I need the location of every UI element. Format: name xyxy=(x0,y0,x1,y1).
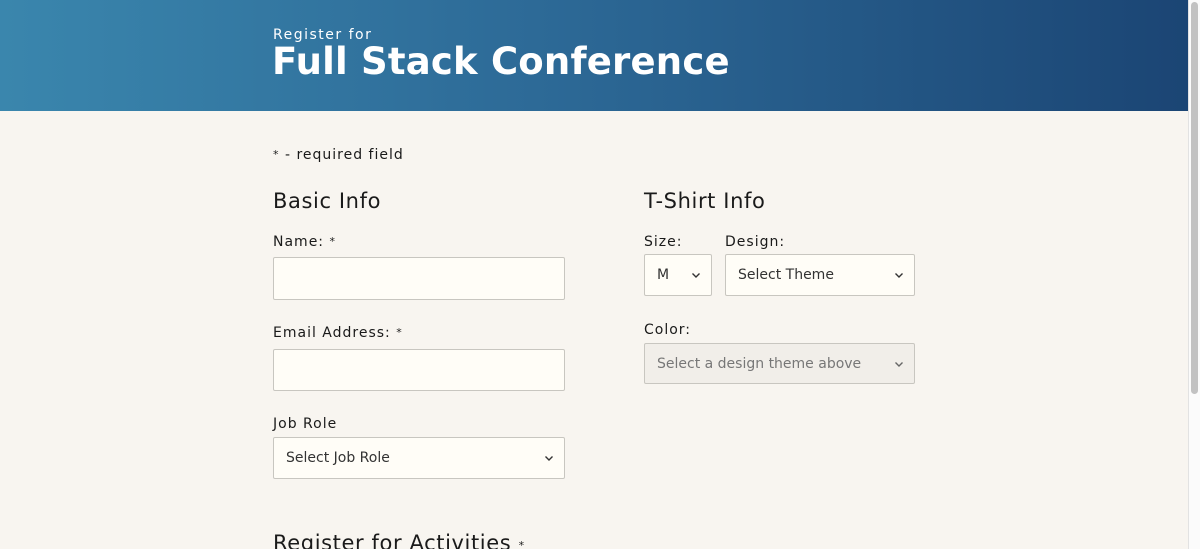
size-selected-value: M xyxy=(657,267,670,283)
email-required-star: * xyxy=(396,326,403,339)
size-select[interactable]: M xyxy=(644,254,712,296)
email-label-text: Email Address: xyxy=(273,325,391,341)
design-select[interactable]: Select Theme xyxy=(725,254,915,296)
activities-title-text: Register for Activities xyxy=(273,531,512,549)
color-selected-value: Select a design theme above xyxy=(657,355,862,372)
scrollbar-thumb[interactable] xyxy=(1191,2,1198,394)
page-header: Register for Full Stack Conference xyxy=(0,0,1188,111)
page-title: Full Stack Conference xyxy=(272,40,730,83)
page-scrollbar[interactable] xyxy=(1188,0,1200,549)
chevron-down-icon xyxy=(545,456,553,461)
required-field-note: * - required field xyxy=(273,147,404,163)
job-role-label: Job Role xyxy=(273,416,338,432)
name-label-text: Name: xyxy=(273,234,325,250)
tshirt-info-title: T-Shirt Info xyxy=(644,189,766,213)
job-role-select[interactable]: Select Job Role xyxy=(273,437,565,479)
chevron-down-icon xyxy=(895,361,903,367)
required-note-text: - required field xyxy=(279,147,404,163)
chevron-down-icon xyxy=(895,273,903,278)
design-label: Design: xyxy=(725,234,786,250)
name-input[interactable] xyxy=(273,257,565,300)
design-selected-value: Select Theme xyxy=(738,267,834,283)
job-role-selected-value: Select Job Role xyxy=(286,450,390,466)
name-required-star: * xyxy=(329,235,336,248)
basic-info-title: Basic Info xyxy=(273,189,382,213)
name-label: Name: * xyxy=(273,234,336,250)
registration-page: Register for Full Stack Conference * - r… xyxy=(0,0,1200,549)
activities-title: Register for Activities * xyxy=(273,531,525,549)
activities-required-star: * xyxy=(518,539,525,549)
chevron-down-icon xyxy=(692,273,700,278)
email-label: Email Address: * xyxy=(273,325,403,341)
color-select[interactable]: Select a design theme above xyxy=(644,343,915,384)
email-input[interactable] xyxy=(273,349,565,391)
color-label: Color: xyxy=(644,322,692,338)
size-label: Size: xyxy=(644,234,683,250)
